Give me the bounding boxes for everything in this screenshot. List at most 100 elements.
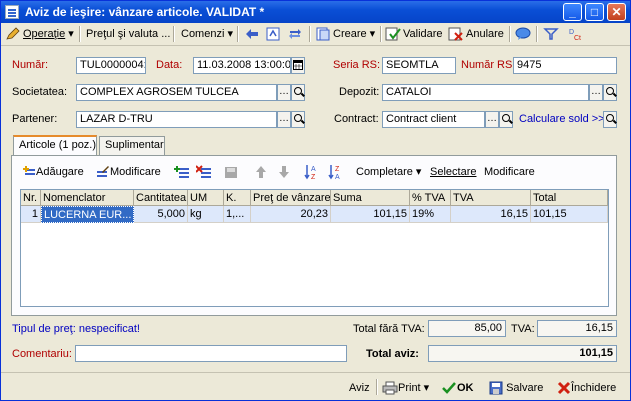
- contract-label: Contract:: [334, 113, 379, 125]
- partener-field[interactable]: LAZAR D-TRU: [76, 111, 277, 128]
- maximize-button[interactable]: □: [585, 3, 604, 21]
- col-header[interactable]: Suma: [331, 190, 410, 206]
- sort-za-icon[interactable]: ZA: [328, 163, 346, 181]
- partener-search-button[interactable]: [291, 111, 305, 128]
- anulare-button[interactable]: Anulare: [448, 25, 504, 43]
- search-icon: [606, 87, 614, 95]
- app-icon: [5, 5, 19, 19]
- col-header[interactable]: % TVA: [410, 190, 451, 206]
- societatea-search-button[interactable]: [291, 84, 305, 101]
- tab-suplimentar[interactable]: Suplimentar: [99, 136, 165, 155]
- table-cell[interactable]: 101,15: [531, 206, 608, 223]
- depozit-more-button[interactable]: …: [589, 84, 603, 101]
- filter-icon[interactable]: [543, 25, 561, 43]
- completare-label: Completare: [356, 166, 413, 178]
- validare-button[interactable]: Validare: [385, 25, 443, 43]
- pret-valuta-button[interactable]: Preţul şi valuta ...: [86, 25, 170, 43]
- seria-rs-field[interactable]: SEOMTLA: [382, 57, 456, 74]
- close-button[interactable]: ✕: [607, 3, 626, 21]
- salvare-label: Salvare: [506, 382, 544, 394]
- move-up-icon[interactable]: [255, 163, 267, 181]
- operatie-menu[interactable]: Operaţie ▾: [5, 25, 74, 43]
- contract-field[interactable]: Contract client: [382, 111, 485, 128]
- seria-rs-label: Seria RS:: [333, 59, 381, 71]
- separator: [79, 26, 81, 42]
- move-down-icon[interactable]: [278, 163, 290, 181]
- depozit-search-button[interactable]: [603, 84, 617, 101]
- col-header[interactable]: TVA: [451, 190, 531, 206]
- selectare-button[interactable]: Selectare: [430, 163, 476, 181]
- search-icon: [294, 87, 302, 95]
- col-header[interactable]: Preţ de vânzare: [251, 190, 331, 206]
- col-header[interactable]: K.: [224, 190, 251, 206]
- comenzi-menu[interactable]: Comenzi ▾: [181, 25, 233, 43]
- swap-icon[interactable]: [287, 25, 305, 43]
- contract-more-button[interactable]: …: [485, 111, 499, 128]
- disk-icon[interactable]: [224, 163, 238, 181]
- col-header[interactable]: Total: [531, 190, 608, 206]
- partener-more-button[interactable]: …: [277, 111, 291, 128]
- societatea-field[interactable]: COMPLEX AGROSEM TULCEA: [76, 84, 277, 101]
- table-cell[interactable]: 1: [21, 206, 41, 223]
- data-field[interactable]: 11.03.2008 13:00:0: [193, 57, 291, 74]
- numar-field[interactable]: TUL0000004:: [76, 57, 146, 74]
- societatea-more-button[interactable]: …: [277, 84, 291, 101]
- inchidere-button[interactable]: Închidere: [557, 379, 616, 397]
- print-menu[interactable]: Print ▾: [382, 379, 429, 397]
- calculare-search-button[interactable]: [603, 111, 617, 128]
- calculare-sold-link[interactable]: Calculare sold >>: [519, 113, 605, 125]
- separator: [509, 26, 511, 42]
- contract-search-button[interactable]: [499, 111, 513, 128]
- adaugare-button[interactable]: Adăugare: [22, 163, 84, 181]
- bottom-bar: Aviz Print ▾ OK Salvare Închidere: [1, 372, 630, 400]
- table-cell[interactable]: kg: [188, 206, 224, 223]
- table-cell[interactable]: 16,15: [451, 206, 531, 223]
- creare-menu[interactable]: Creare ▾: [315, 25, 375, 43]
- salvare-button[interactable]: Salvare: [489, 379, 543, 397]
- separator: [309, 26, 311, 42]
- svg-text:A: A: [311, 166, 316, 173]
- svg-text:Ct: Ct: [574, 35, 581, 41]
- comentariu-field[interactable]: [75, 345, 347, 362]
- numar-rs-field[interactable]: 9475: [513, 57, 617, 74]
- col-header[interactable]: Cantitatea: [134, 190, 188, 206]
- operatie-label: Operaţie: [23, 28, 66, 40]
- cancel-document-icon: [448, 27, 463, 41]
- add-icon: [23, 166, 35, 176]
- data-label: Data:: [156, 59, 183, 71]
- completare-menu[interactable]: Completare ▾: [356, 163, 421, 181]
- refresh-icon[interactable]: [265, 25, 283, 43]
- modificare-button[interactable]: Modificare: [96, 163, 161, 181]
- comentariu-label: Comentariu:: [12, 348, 72, 360]
- total-aviz-field: 101,15: [428, 345, 617, 362]
- table-cell-selected[interactable]: LUCERNA EUR...: [41, 206, 134, 223]
- total-aviz-label: Total aviz:: [366, 348, 419, 360]
- table-cell[interactable]: 20,23: [251, 206, 331, 223]
- calendar-button[interactable]: [291, 57, 305, 74]
- depozit-field[interactable]: CATALOI: [382, 84, 589, 101]
- col-header[interactable]: UM: [188, 190, 224, 206]
- col-header[interactable]: Nomenclator: [41, 190, 134, 206]
- delete-row-icon[interactable]: [195, 163, 212, 181]
- col-header[interactable]: Nr.: [21, 190, 41, 206]
- separator: [376, 379, 378, 395]
- minimize-button[interactable]: _: [563, 3, 582, 21]
- insert-row-icon[interactable]: [174, 163, 190, 181]
- depozit-label: Depozit:: [339, 86, 380, 98]
- separator: [237, 26, 239, 42]
- ok-button[interactable]: OK: [441, 379, 474, 397]
- tab-articole[interactable]: Articole (1 poz.): [13, 135, 97, 156]
- sort-az-icon[interactable]: AZ: [304, 163, 322, 181]
- search-icon: [294, 114, 302, 122]
- aviz-button[interactable]: Aviz: [349, 379, 370, 397]
- table-cell[interactable]: 101,15: [331, 206, 410, 223]
- table-cell[interactable]: 5,000: [134, 206, 188, 223]
- total-fara-tva-label: Total fără TVA:: [353, 323, 425, 335]
- table-cell[interactable]: 1,...: [224, 206, 251, 223]
- nav-left-icon[interactable]: [244, 25, 262, 43]
- debit-credit-icon[interactable]: D Ct: [568, 25, 586, 43]
- comment-icon[interactable]: [515, 25, 533, 43]
- modificare-bulk-button[interactable]: Modificare: [484, 163, 535, 181]
- validate-icon: [385, 27, 401, 41]
- table-cell[interactable]: 19%: [410, 206, 451, 223]
